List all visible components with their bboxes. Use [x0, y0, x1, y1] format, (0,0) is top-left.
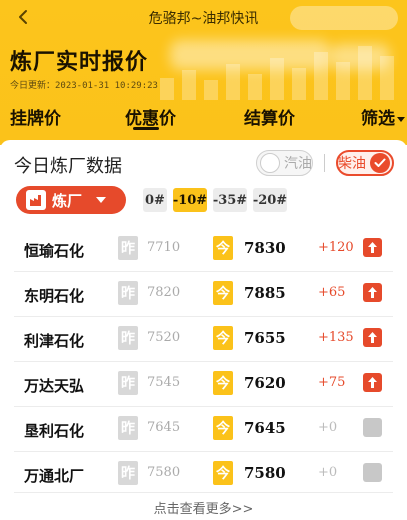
toggle-knob-icon: [260, 153, 280, 173]
flat-trend-icon: [363, 418, 382, 437]
tab-settlement-price[interactable]: 结算价: [244, 104, 295, 129]
view-more-link[interactable]: 点击查看更多>>: [0, 498, 407, 517]
table-row[interactable]: 恒瑜石化 昨 7710 今 7830 +120: [0, 226, 407, 270]
toggle-divider: [324, 154, 325, 172]
tab-bar: 挂牌价 优惠价 结算价 筛选: [0, 100, 407, 140]
tab-filter[interactable]: 筛选: [361, 104, 405, 129]
yesterday-price: 7820: [147, 285, 181, 300]
section-title: 今日炼厂数据: [14, 156, 122, 177]
price-change: +65: [318, 285, 346, 300]
update-time: 今日更新：2023-01-31 10:29:23: [10, 81, 158, 91]
table-row[interactable]: 万通北厂 昨 7580 今 7580 +0: [0, 451, 407, 495]
header-banner: 危骆邦~油邦快讯 炼厂实时报价 今日更新：2023-01-31 10:29:23…: [0, 0, 407, 145]
today-price: 7645: [244, 419, 286, 437]
today-price: 7655: [244, 329, 286, 347]
gasoline-toggle[interactable]: 汽油: [256, 150, 313, 176]
refinery-name: 万通北厂: [24, 467, 85, 485]
today-price: 7620: [244, 374, 286, 392]
yesterday-price: 7520: [147, 330, 181, 345]
yesterday-price: 7545: [147, 375, 181, 390]
today-badge: 今: [213, 326, 233, 350]
arrow-up-icon: [363, 328, 382, 347]
today-price: 7885: [244, 284, 286, 302]
table-row[interactable]: 万达天弘 昨 7545 今 7620 +75: [0, 361, 407, 405]
decorative-bar-chart: [160, 46, 394, 100]
yesterday-badge: 昨: [118, 326, 138, 350]
grade-minus-10[interactable]: -10#: [173, 188, 207, 212]
table-row[interactable]: 垦利石化 昨 7645 今 7645 +0: [0, 406, 407, 450]
diesel-toggle[interactable]: 柴油: [336, 150, 394, 176]
refinery-filter-button[interactable]: 炼厂: [16, 186, 126, 214]
yesterday-badge: 昨: [118, 416, 138, 440]
grade-minus-20[interactable]: -20#: [253, 188, 287, 212]
refinery-name: 恒瑜石化: [24, 242, 85, 260]
grade-minus-35[interactable]: -35#: [213, 188, 247, 212]
tab-discount-price[interactable]: 优惠价: [125, 104, 176, 129]
nav-account-pill[interactable]: [290, 6, 398, 30]
factory-icon: [26, 190, 46, 210]
today-price: 7830: [244, 239, 286, 257]
yesterday-badge: 昨: [118, 461, 138, 485]
price-change: +75: [318, 375, 346, 390]
grade-0[interactable]: 0#: [143, 188, 167, 212]
diesel-label: 柴油: [338, 156, 366, 172]
today-badge: 今: [213, 281, 233, 305]
flat-trend-icon: [363, 463, 382, 482]
today-badge: 今: [213, 371, 233, 395]
tab-listed-price[interactable]: 挂牌价: [10, 104, 61, 129]
yesterday-price: 7580: [147, 465, 181, 480]
active-tab-indicator: [133, 127, 159, 130]
yesterday-price: 7645: [147, 420, 181, 435]
yesterday-price: 7710: [147, 240, 181, 255]
price-change: +120: [318, 240, 354, 255]
data-panel: 今日炼厂数据 汽油 柴油 炼厂 0# -10# -35# -20# 恒瑜石化 昨…: [0, 140, 407, 520]
arrow-up-icon: [363, 238, 382, 257]
price-change: +0: [318, 465, 338, 480]
refinery-name: 万达天弘: [24, 377, 85, 395]
table-row[interactable]: 东明石化 昨 7820 今 7885 +65: [0, 271, 407, 315]
today-badge: 今: [213, 416, 233, 440]
today-price: 7580: [244, 464, 286, 482]
yesterday-badge: 昨: [118, 371, 138, 395]
page-title: 炼厂实时报价: [10, 50, 149, 75]
price-change: +135: [318, 330, 354, 345]
yesterday-badge: 昨: [118, 236, 138, 260]
arrow-up-icon: [363, 283, 382, 302]
table-row[interactable]: 利津石化 昨 7520 今 7655 +135: [0, 316, 407, 360]
refinery-filter-label: 炼厂: [52, 191, 83, 210]
yesterday-badge: 昨: [118, 281, 138, 305]
arrow-up-icon: [363, 373, 382, 392]
caret-down-icon: [397, 116, 405, 122]
caret-down-icon: [96, 197, 107, 203]
row-divider: [14, 492, 393, 493]
price-change: +0: [318, 420, 338, 435]
today-badge: 今: [213, 461, 233, 485]
tab-filter-label: 筛选: [361, 109, 395, 129]
refinery-name: 东明石化: [24, 287, 85, 305]
refinery-name: 利津石化: [24, 332, 85, 350]
refinery-name: 垦利石化: [24, 422, 85, 440]
check-icon: [370, 153, 390, 173]
today-badge: 今: [213, 236, 233, 260]
gasoline-label: 汽油: [284, 156, 312, 172]
